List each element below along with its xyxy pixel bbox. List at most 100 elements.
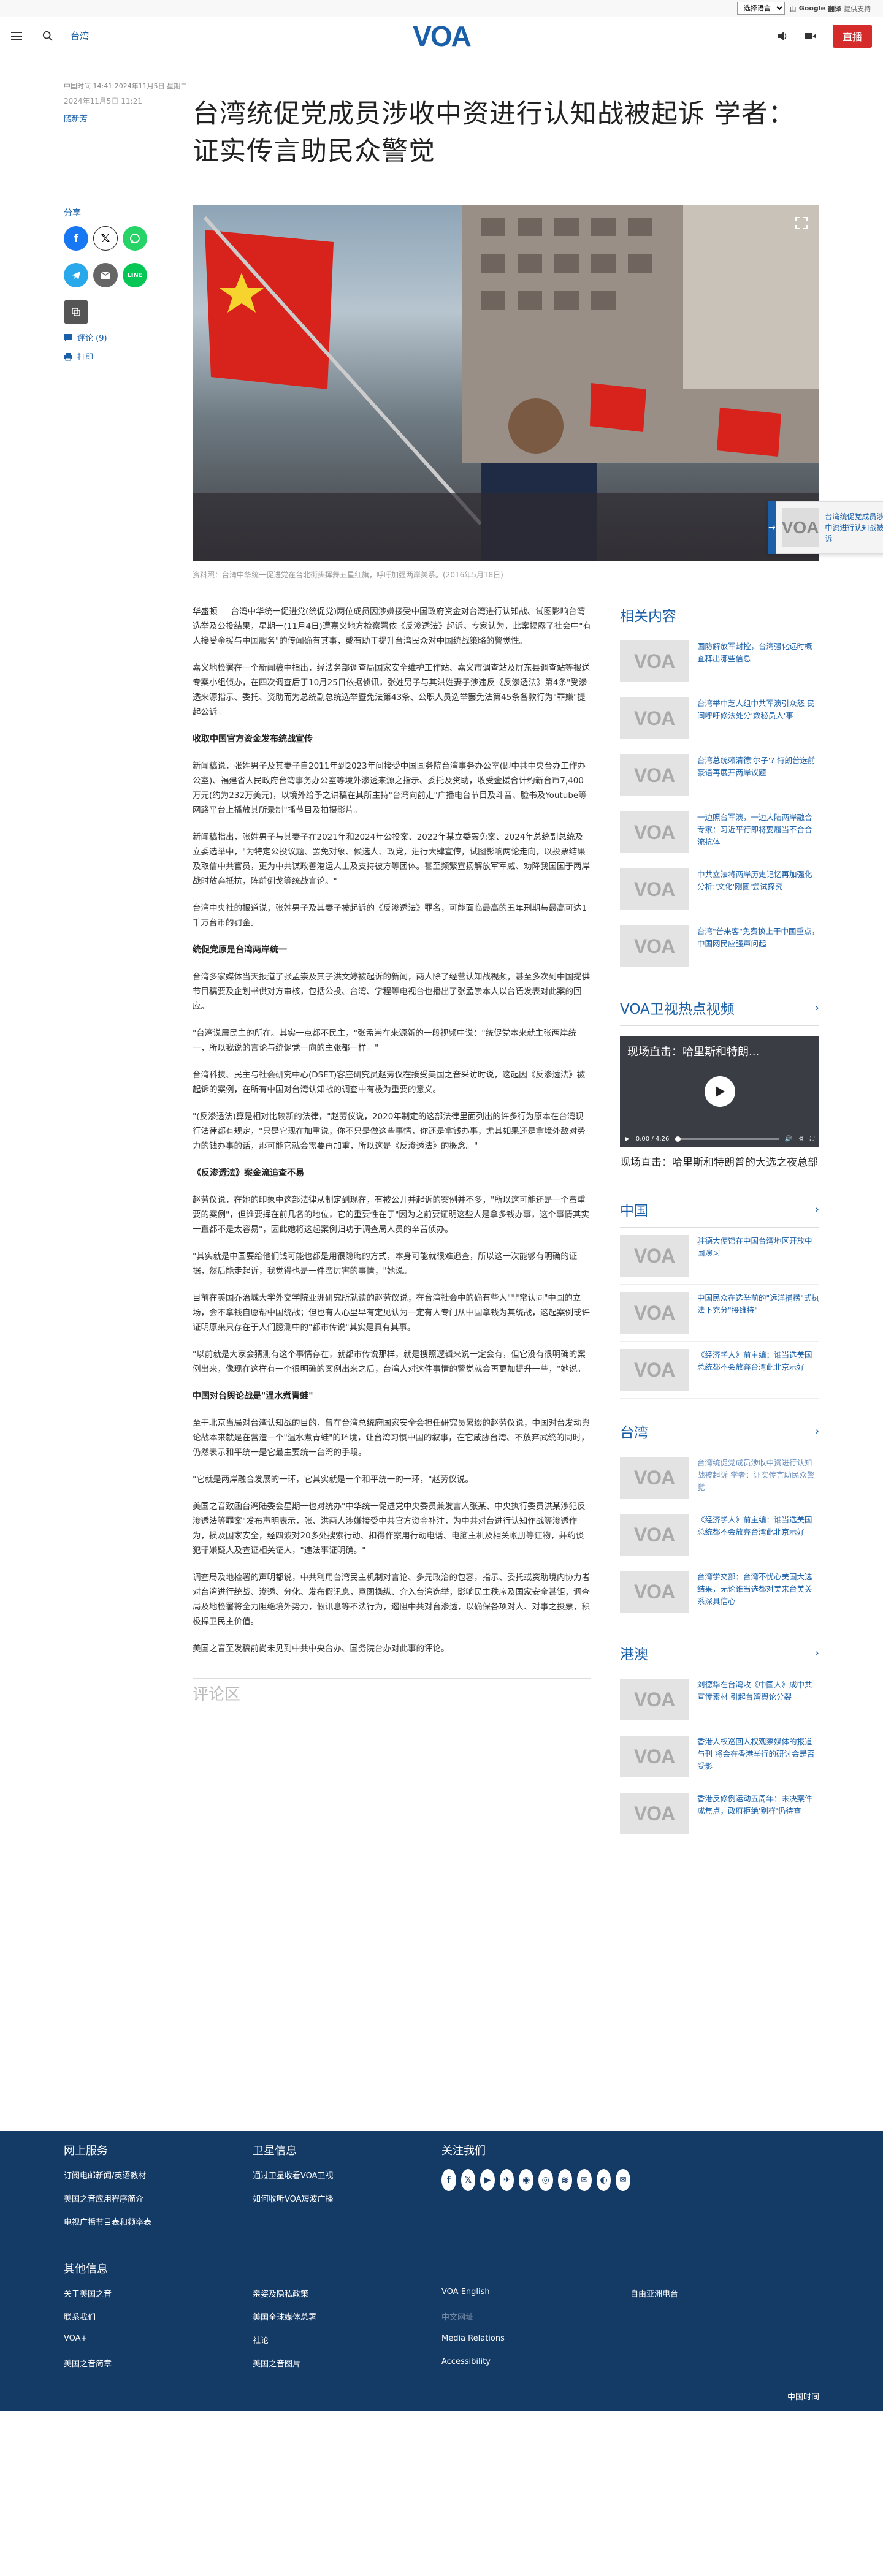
footer-online-services: 网上服务 订阅电邮新闻/英语教材 美国之音应用程序简介 电视广播节目表和频率表 (64, 2142, 253, 2239)
paragraph: 美国之音致函台湾陆委会星期一也对统办"中华统一促进党中央委员兼发言人张某、中央执… (193, 1502, 586, 1556)
list-item[interactable]: VOA 《经济学人》前主编：谁当选美国总统都不会放弃台湾此北京示好 (620, 1506, 819, 1563)
powered-by-google: 由 Google 翻译 提供支持 (789, 4, 871, 13)
list-item[interactable]: VOA 台湾"普来客"免费换上干中国重点，中国网民应强声问起 (620, 918, 819, 975)
list-item[interactable]: VOA 台湾统促党成员涉收中资进行认知战被起诉 学者：证实传言助民众警觉 (620, 1449, 819, 1506)
x-icon[interactable]: 𝕏 (461, 2169, 476, 2191)
copy-link-icon[interactable] (64, 300, 88, 324)
footer-link[interactable]: 如何收听VOA短波广播 (253, 2192, 442, 2204)
footer-link[interactable]: VOA+ (64, 2334, 253, 2346)
footer-link[interactable] (630, 2311, 819, 2322)
video-player-box: 现场直击：哈里斯和特朗... ▶ 0:00 / 4:26 🔊 ⚙ ⛶ 现场直击：… (620, 1036, 819, 1171)
video-title-overlay: 现场直击：哈里斯和特朗... (627, 1046, 760, 1058)
voa-thumb-icon: VOA (620, 754, 689, 796)
voa-thumb-icon: VOA (620, 1736, 689, 1777)
settings-icon[interactable]: ⚙ (798, 1136, 804, 1142)
footer-link[interactable]: 联系我们 (64, 2311, 253, 2322)
voa-logo[interactable]: VOA (413, 20, 472, 53)
footer-link[interactable]: 通过卫星收看VOA卫视 (253, 2169, 442, 2181)
comments-link[interactable]: 评论 (9) (64, 332, 193, 343)
list-item[interactable]: VOA 驻德大使馆在中国台湾地区开放中国演习 (620, 1228, 819, 1285)
footer-link[interactable]: 亲姿及隐私政策 (253, 2287, 442, 2299)
telegram-icon[interactable]: ✈ (499, 2169, 514, 2191)
rumble-icon[interactable]: ◐ (596, 2169, 611, 2191)
live-button[interactable]: 直播 (832, 24, 872, 48)
list-item[interactable]: VOA 中国民众在选举前的"远洋捕捞"式执法下充分"接维持" (620, 1285, 819, 1342)
paragraph: 台湾中央社的报道说，张姓男子及其妻子被起诉的《反渗透法》罪名，可能面临最高的五年… (193, 903, 587, 928)
list-item[interactable]: VOA 刘德华在台湾收《中国人》成中共宣传素材 引起台湾舆论分裂 (620, 1671, 819, 1728)
video-time: 0:00 / 4:26 (635, 1135, 670, 1142)
email-icon[interactable]: ✉ (577, 2169, 592, 2191)
footer-link[interactable]: VOA English (442, 2287, 630, 2299)
podcast-icon[interactable]: ◉ (519, 2169, 533, 2191)
x-share-icon[interactable]: 𝕏 (93, 226, 118, 251)
taiwan-section-title[interactable]: 台湾 › (620, 1421, 819, 1449)
section-link-taiwan[interactable]: 台湾 (71, 29, 89, 42)
comment-icon (64, 333, 72, 341)
footer-heading: 其他信息 (64, 2263, 108, 2276)
print-link[interactable]: 打印 (64, 351, 193, 362)
paragraph: 至于北京当局对台湾认知战的目的，曾在台湾总统府国家安全会担任研究员暑缀的赵劳仪说… (193, 1418, 590, 1457)
footer-link[interactable]: 美国之音简章 (64, 2357, 253, 2369)
author-link[interactable]: 随新芳 (64, 112, 193, 124)
site-header: 台湾 VOA 直播 (0, 17, 883, 55)
video-progress-bar[interactable] (675, 1136, 779, 1142)
list-item[interactable]: VOA 香港反修例运动五周年：未决案件成焦点，政府拒绝'别样'仍待查 (620, 1785, 819, 1842)
line-share-icon[interactable]: LINE (123, 263, 147, 287)
floating-card-text: 台湾统促党成员涉收中资进行认知战被起诉 (825, 512, 883, 543)
audio-icon[interactable] (776, 31, 789, 42)
footer-link[interactable]: Accessibility (442, 2357, 630, 2369)
telegram-share-icon[interactable] (64, 263, 88, 287)
play-small-icon[interactable]: ▶ (625, 1136, 630, 1142)
play-icon[interactable] (704, 1076, 735, 1107)
voa-thumb-icon: VOA (620, 811, 689, 853)
list-item[interactable]: VOA 台湾学交部：台湾不忧心美国大选结果，无论谁当选都对美来台美关系深具信心 (620, 1563, 819, 1620)
video-section-title[interactable]: VOA卫视热点视频 › (620, 997, 819, 1026)
fullscreen-icon[interactable]: ⛶ (810, 1136, 814, 1142)
newsletter-icon[interactable]: ✉ (616, 2169, 630, 2191)
related-section-title: 相关内容 (620, 604, 819, 633)
language-select[interactable]: 选择语言 (736, 2, 785, 15)
search-icon[interactable] (42, 31, 53, 42)
china-list: VOA 驻德大使馆在中国台湾地区开放中国演习 VOA 中国民众在选举前的"远洋捕捞"… (620, 1228, 819, 1399)
footer-link[interactable] (630, 2357, 819, 2369)
expand-icon[interactable] (795, 216, 808, 230)
footer-link[interactable] (630, 2334, 819, 2346)
footer-link[interactable]: 美国之音应用程序简介 (64, 2192, 253, 2204)
hongkong-section-title[interactable]: 港澳 › (620, 1643, 819, 1671)
footer-link[interactable]: 关于美国之音 (64, 2287, 253, 2299)
list-item[interactable]: VOA 国防解放军封控，台湾强化远时概查释出哪些信息 (620, 633, 819, 690)
footer-link[interactable]: 电视广播节目表和频率表 (64, 2216, 253, 2227)
facebook-icon[interactable]: f (442, 2169, 456, 2191)
voa-thumb-icon: VOA (620, 868, 689, 910)
footer-link[interactable]: 美国全球媒体总署 (253, 2311, 442, 2322)
floating-article-card[interactable]: → VOA 台湾统促党成员涉收中资进行认知战被起诉 (768, 501, 883, 554)
volume-icon[interactable]: 🔊 (785, 1136, 792, 1142)
list-item[interactable]: VOA 《经济学人》前主编：谁当选美国总统都不会放弃台湾此北京示好 (620, 1342, 819, 1399)
footer-link[interactable]: 社论 (253, 2334, 442, 2346)
footer-link[interactable]: 中文网址 (442, 2311, 630, 2322)
footer-link[interactable]: 订阅电邮新闻/英语教材 (64, 2169, 253, 2181)
youtube-icon[interactable]: ▶ (480, 2169, 495, 2191)
footer-link[interactable]: 美国之音图片 (253, 2357, 442, 2369)
china-section-title[interactable]: 中国 › (620, 1199, 819, 1228)
voa-thumb-icon: VOA (620, 1292, 689, 1334)
list-item[interactable]: VOA 台湾总统赖清德'尔子'? 特朗普选前豪语再展开两岸议题 (620, 747, 819, 804)
footer-bottom: 中国时间 (64, 2380, 819, 2411)
list-item[interactable]: VOA 香港人权巡回人权观察媒体的报道与刊 将会在香港举行的研讨会是否受影 (620, 1728, 819, 1785)
arrow-icon[interactable]: → (768, 501, 776, 554)
list-item[interactable]: VOA 一边照台军演，一边大陆两岸融合 专家：习近平行即将要履当不合合流抗体 (620, 804, 819, 861)
list-item[interactable]: VOA 中共立法将两岸历史记忆再加强化 分析:'文化'刚固'尝试探究 (620, 861, 819, 918)
whatsapp-share-icon[interactable] (123, 226, 147, 251)
menu-icon[interactable] (11, 31, 22, 40)
instagram-icon[interactable]: ◎ (538, 2169, 553, 2191)
rss-icon[interactable]: ≋ (557, 2169, 573, 2191)
video-caption[interactable]: 现场直击：哈里斯和特朗普的大选之夜总部 (620, 1155, 819, 1171)
footer-link[interactable]: Media Relations (442, 2334, 630, 2346)
facebook-share-icon[interactable]: f (64, 226, 88, 251)
email-share-icon[interactable] (93, 263, 118, 287)
article-title: 台湾统促党成员涉收中资进行认知战被起诉 学者：证实传言助民众警觉 (193, 99, 795, 167)
video-player[interactable]: 现场直击：哈里斯和特朗... ▶ 0:00 / 4:26 🔊 ⚙ ⛶ (620, 1036, 819, 1147)
video-icon[interactable] (805, 31, 817, 42)
list-item[interactable]: VOA 台湾举中芝人组中共军演引众怒 民间呼吁修法处分'数秘员人'事 (620, 690, 819, 747)
footer-link[interactable]: 自由亚洲电台 (630, 2287, 819, 2299)
